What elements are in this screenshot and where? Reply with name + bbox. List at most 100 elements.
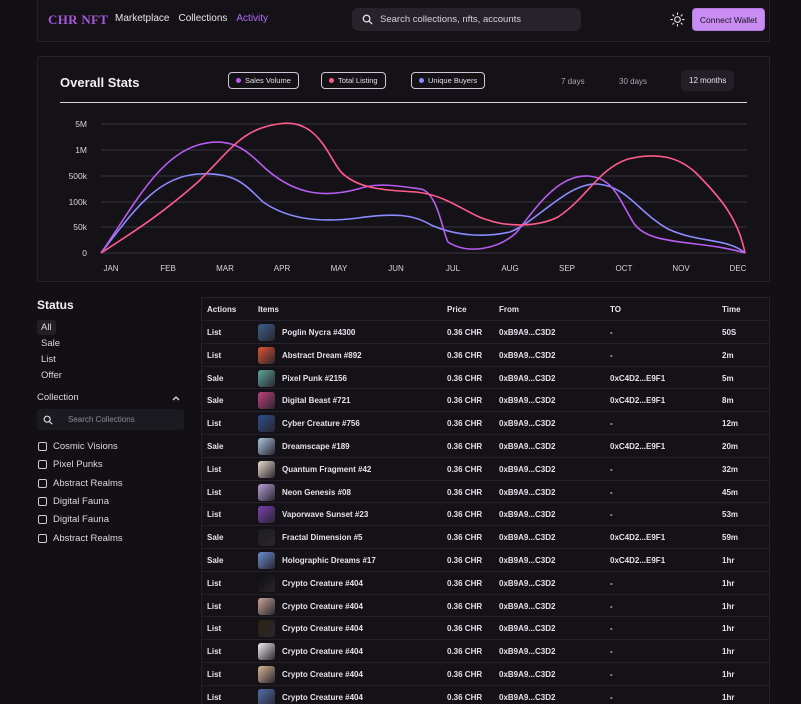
item-name[interactable]: Fractal Dimension #5 [282, 533, 362, 542]
table-row[interactable]: List Crypto Creature #404 0.36 CHR 0xB9A9..… [202, 684, 769, 704]
time-cell: 59m [722, 533, 739, 543]
table-row[interactable]: Sale Digital Beast #721 0.36 CHR 0xB9A9...C… [202, 388, 769, 411]
to-address: 0xC4D2...E9F1 [610, 373, 666, 383]
table-row[interactable]: List Crypto Creature #404 0.36 CHR 0xB9A9..… [202, 570, 769, 594]
collection-option[interactable]: Digital Fauna [38, 514, 109, 525]
connect-wallet-button[interactable]: Connect Wallet [692, 8, 765, 31]
collection-option[interactable]: Digital Fauna [38, 496, 109, 507]
nft-thumbnail[interactable] [258, 438, 275, 455]
item-name[interactable]: Digital Beast #721 [282, 396, 350, 405]
table-row[interactable]: List Neon Genesis #08 0.36 CHR 0xB9A9...C3D… [202, 479, 769, 503]
to-address: 0xC4D2...E9F1 [610, 556, 666, 565]
status-option-sale[interactable]: Sale [37, 336, 64, 351]
table-row[interactable]: Sale Holographic Dreams #17 0.36 CHR 0xB9A9… [202, 548, 769, 571]
y-tick-label: 1M [75, 145, 87, 155]
nav-activity[interactable]: Activity [236, 13, 268, 24]
table-row[interactable]: Sale Pixel Punk #2156 0.36 CHR 0xB9A9...C3D… [202, 365, 769, 389]
price-cell: 0.36 CHR [447, 328, 483, 337]
item-name[interactable]: Dreamscape #189 [282, 442, 350, 451]
nft-thumbnail[interactable] [258, 666, 275, 683]
to-address: - [610, 350, 613, 360]
item-name[interactable]: Vaporwave Sunset #23 [282, 510, 368, 519]
nft-thumbnail[interactable] [258, 574, 275, 592]
nft-thumbnail[interactable] [258, 643, 275, 661]
item-name[interactable]: Crypto Creature #404 [282, 624, 363, 633]
item-name[interactable]: Crypto Creature #404 [282, 670, 363, 679]
action-cell: Sale [207, 396, 224, 406]
search-icon [43, 415, 53, 425]
item-name[interactable]: Neon Genesis #08 [282, 488, 351, 497]
collection-option[interactable]: Abstract Realms [38, 533, 123, 544]
price-cell: 0.36 CHR [447, 533, 483, 543]
nft-thumbnail[interactable] [258, 483, 275, 501]
table-row[interactable]: List Cyber Creature #756 0.36 CHR 0xB9A9...… [202, 411, 769, 434]
table-row[interactable]: List Abstract Dream #892 0.36 CHR 0xB9A9...… [202, 342, 769, 366]
nft-thumbnail[interactable] [258, 620, 275, 638]
item-name[interactable]: Crypto Creature #404 [282, 693, 363, 702]
nft-thumbnail[interactable] [258, 460, 275, 478]
nft-thumbnail[interactable] [258, 552, 275, 569]
price-cell: 0.36 CHR [447, 396, 483, 406]
price-cell: 0.36 CHR [447, 647, 483, 657]
item-name[interactable]: Cyber Creature #756 [282, 419, 360, 428]
nft-thumbnail[interactable] [258, 688, 275, 704]
status-option-all[interactable]: All [37, 320, 56, 335]
item-name[interactable]: Quantum Fragment #42 [282, 465, 371, 474]
table-row[interactable]: List Vaporwave Sunset #23 0.36 CHR 0xB9A9..… [202, 502, 769, 525]
item-name[interactable]: Poglin Nycra #4300 [282, 328, 355, 337]
table-row[interactable]: List Crypto Creature #404 0.36 CHR 0xB9A9..… [202, 639, 769, 662]
to-address: - [610, 510, 613, 520]
nft-thumbnail[interactable] [258, 506, 275, 524]
item-name[interactable]: Holographic Dreams #17 [282, 556, 376, 565]
table-row[interactable]: Sale Fractal Dimension #5 0.36 CHR 0xB9A9..… [202, 525, 769, 548]
checkbox[interactable] [38, 496, 47, 506]
table-row[interactable]: List Poglin Nycra #4300 0.36 CHR 0xB9A9...C… [202, 320, 769, 343]
status-option-list[interactable]: List [37, 352, 60, 367]
checkbox[interactable] [38, 533, 47, 543]
logo[interactable]: CHR NFT [48, 12, 108, 28]
to-address: - [610, 487, 613, 497]
price-cell: 0.36 CHR [447, 556, 483, 565]
nft-thumbnail[interactable] [258, 392, 275, 410]
item-name[interactable]: Crypto Creature #404 [282, 602, 363, 611]
nav-collections[interactable]: Collections [178, 13, 227, 24]
collection-option[interactable]: Abstract Realms [38, 478, 123, 489]
checkbox[interactable] [38, 460, 47, 470]
sun-icon[interactable] [670, 12, 685, 27]
action-cell: Sale [207, 373, 224, 383]
collection-heading[interactable]: Collection [37, 392, 79, 403]
collection-option[interactable]: Cosmic Visions [38, 441, 118, 452]
to-address: 0xC4D2...E9F1 [610, 533, 666, 543]
checkbox[interactable] [38, 515, 47, 525]
nft-thumbnail[interactable] [258, 597, 275, 615]
checkbox[interactable] [38, 478, 47, 488]
item-name[interactable]: Crypto Creature #404 [282, 579, 363, 588]
table-row[interactable]: Sale Dreamscape #189 0.36 CHR 0xB9A9...C3D2… [202, 434, 769, 457]
nft-thumbnail[interactable] [258, 529, 275, 547]
item-name[interactable]: Pixel Punk #2156 [282, 374, 347, 383]
nft-thumbnail[interactable] [258, 346, 275, 364]
checkbox[interactable] [38, 442, 47, 451]
table-row[interactable]: List Crypto Creature #404 0.36 CHR 0xB9A9..… [202, 593, 769, 617]
table-row[interactable]: List Crypto Creature #404 0.36 CHR 0xB9A9..… [202, 662, 769, 685]
nft-thumbnail[interactable] [258, 324, 275, 341]
price-cell: 0.36 CHR [447, 692, 483, 702]
collection-search-placeholder: Search Collections [68, 415, 135, 424]
collection-search-input[interactable]: Search Collections [37, 409, 184, 430]
from-address: 0xB9A9...C3D2 [499, 396, 556, 406]
nav-marketplace[interactable]: Marketplace [115, 13, 169, 24]
nft-thumbnail[interactable] [258, 415, 275, 433]
chevron-up-icon[interactable] [171, 393, 181, 403]
y-tick-label: 5M [75, 119, 87, 129]
x-tick-label: DEC [730, 264, 747, 273]
collection-option[interactable]: Pixel Punks [38, 459, 103, 470]
item-name[interactable]: Abstract Dream #892 [282, 351, 362, 360]
item-name[interactable]: Crypto Creature #404 [282, 647, 363, 656]
table-row[interactable]: List Crypto Creature #404 0.36 CHR 0xB9A9..… [202, 616, 769, 639]
table-row[interactable]: List Quantum Fragment #42 0.36 CHR 0xB9A9..… [202, 456, 769, 480]
from-address: 0xB9A9...C3D2 [499, 373, 556, 383]
status-option-offer[interactable]: Offer [37, 368, 66, 383]
global-search-input[interactable]: Search collections, nfts, accounts [352, 8, 581, 31]
from-address: 0xB9A9...C3D2 [499, 647, 556, 657]
nft-thumbnail[interactable] [258, 369, 275, 387]
